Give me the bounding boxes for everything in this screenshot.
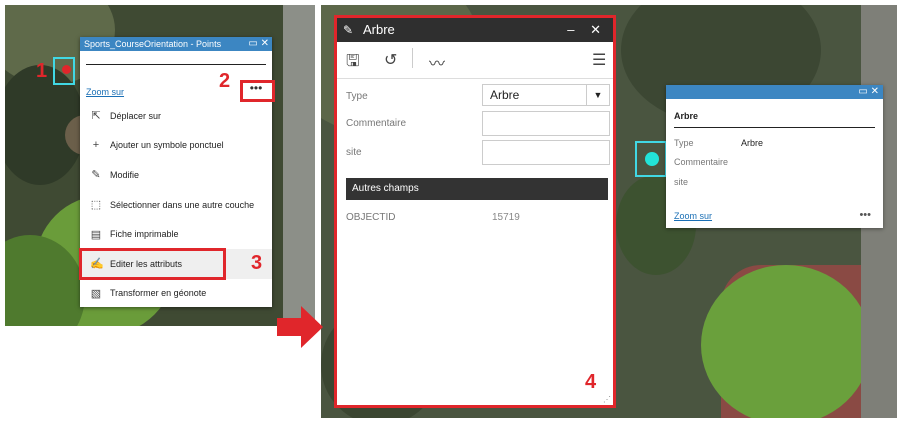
- document-icon: ▤: [90, 228, 102, 241]
- move-icon: ⇱: [91, 110, 101, 123]
- undo-icon[interactable]: ↺: [384, 50, 397, 70]
- point-marker[interactable]: [645, 152, 659, 166]
- resize-handle-icon[interactable]: ⋰: [603, 395, 611, 404]
- comment-input[interactable]: [482, 111, 610, 136]
- panel-title: Arbre: [363, 22, 395, 37]
- type-label: Type: [346, 91, 368, 102]
- more-actions-button[interactable]: •••: [859, 209, 871, 221]
- popup-title: Arbre: [674, 111, 699, 121]
- select-icon: ⬚: [90, 199, 102, 212]
- type-select[interactable]: Arbre ▼: [482, 84, 610, 106]
- step-2-number: 2: [219, 70, 231, 92]
- popup-header: Sports_CourseOrientation - Points ▭ ✕: [80, 37, 272, 51]
- panel-header: ✎ Arbre – ✕: [337, 18, 613, 42]
- save-icon[interactable]: 🖫: [346, 50, 360, 77]
- panel-window-controls[interactable]: – ✕: [567, 18, 607, 42]
- step-3-highlight: [79, 248, 226, 280]
- step-3-number: 3: [251, 252, 263, 274]
- other-fields-section[interactable]: Autres champs: [346, 178, 608, 200]
- menu-item-add-point[interactable]: + Ajouter un symbole ponctuel: [80, 131, 272, 161]
- attribute-editor-panel: ✎ Arbre – ✕ 🖫 ↺ 〰 ☰ Type Arbre ▼ Comment…: [334, 15, 616, 408]
- zoom-link[interactable]: Zoom sur: [674, 211, 712, 221]
- menu-item-select-other-layer[interactable]: ⬚ Sélectionner dans une autre couche: [80, 190, 272, 220]
- menu-item-label: Sélectionner dans une autre couche: [110, 199, 255, 210]
- menu-item-label: Déplacer sur: [110, 110, 162, 121]
- menu-item-label: Fiche imprimable: [110, 229, 179, 240]
- type-label: Type: [674, 138, 694, 148]
- site-label: site: [346, 147, 362, 158]
- plus-icon: +: [92, 139, 100, 152]
- menu-item-modify[interactable]: ✎ Modifie: [80, 160, 272, 190]
- arrow-right-icon: [277, 306, 323, 348]
- step-4-number: 4: [585, 371, 597, 393]
- type-select-value: Arbre: [490, 88, 520, 102]
- popup-title: Sports_CourseOrientation - Points: [84, 39, 222, 49]
- toolbar-divider: [412, 48, 413, 68]
- type-value: Arbre: [741, 138, 764, 148]
- objectid-label: OBJECTID: [346, 212, 396, 223]
- popup-divider: [674, 127, 875, 128]
- menu-item-label: Transformer en géonote: [110, 288, 207, 299]
- popup-window-controls[interactable]: ▭ ✕: [858, 85, 879, 99]
- menu-item-move[interactable]: ⇱ Déplacer sur: [80, 101, 272, 131]
- comment-label: Commentaire: [674, 157, 729, 167]
- edit-geometry-icon[interactable]: 〰: [429, 50, 445, 74]
- menu-item-label: Ajouter un symbole ponctuel: [110, 140, 224, 151]
- menu-item-to-geonote[interactable]: ▧ Transformer en géonote: [80, 279, 272, 309]
- site-label: site: [674, 177, 689, 187]
- pencil-icon: ✎: [91, 169, 101, 182]
- site-input[interactable]: [482, 140, 610, 165]
- popup-divider: [86, 64, 266, 65]
- zoom-link[interactable]: Zoom sur: [86, 87, 124, 97]
- popup-window-controls[interactable]: ▭ ✕: [248, 37, 269, 51]
- geonote-icon: ▧: [90, 287, 102, 300]
- hamburger-menu-icon[interactable]: ☰: [592, 50, 606, 70]
- comment-label: Commentaire: [346, 118, 407, 129]
- objectid-value: 15719: [492, 212, 520, 223]
- chevron-down-icon[interactable]: ▼: [586, 85, 609, 105]
- menu-item-label: Modifie: [110, 169, 140, 180]
- point-marker[interactable]: [62, 65, 71, 74]
- feature-popup: ▭ ✕ Arbre Type Arbre Commentaire site Zo…: [666, 85, 883, 228]
- menu-item-print-sheet[interactable]: ▤ Fiche imprimable: [80, 219, 272, 249]
- popup-header: ▭ ✕: [666, 85, 883, 99]
- step-2-highlight: [240, 80, 275, 102]
- step-1-number: 1: [36, 60, 48, 82]
- edit-icon: ✎: [343, 23, 354, 37]
- panel-toolbar: 🖫 ↺ 〰 ☰: [337, 42, 613, 79]
